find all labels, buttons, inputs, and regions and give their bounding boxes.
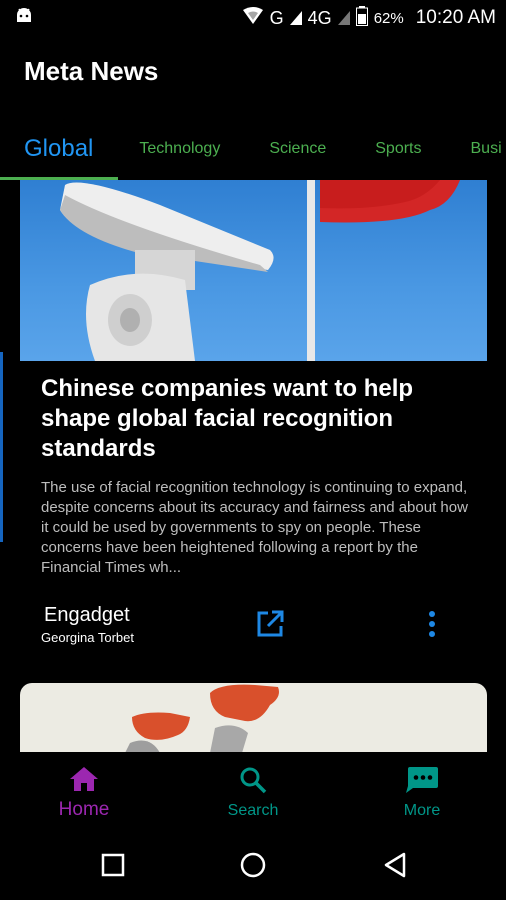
chat-more-icon — [405, 766, 439, 799]
clock: 10:20 AM — [415, 7, 496, 28]
open-external-icon[interactable] — [255, 609, 285, 639]
recents-square-icon[interactable] — [98, 850, 128, 880]
status-bar: G 4G 62% 10:20 AM — [0, 0, 506, 36]
scroll-edge-indicator — [0, 352, 3, 542]
app-title: Meta News — [24, 56, 159, 86]
wifi-icon — [242, 6, 264, 30]
nav-search-label: Search — [227, 802, 279, 819]
network-type-2: 4G — [307, 7, 332, 28]
status-icons: G 4G 62% 10:20 AM — [242, 5, 496, 31]
tab-science[interactable]: Science — [269, 140, 326, 158]
article-image[interactable] — [20, 180, 487, 361]
next-article-card[interactable] — [20, 683, 487, 753]
home-icon — [69, 766, 99, 797]
battery-percent: 62% — [373, 9, 404, 27]
more-options-icon[interactable] — [420, 610, 444, 638]
battery-icon — [355, 5, 368, 31]
article-author: Georgina Torbet — [41, 630, 134, 645]
article-headline[interactable]: Chinese companies want to help shape glo… — [41, 374, 481, 464]
android-icon — [14, 7, 34, 30]
tab-global[interactable]: Global — [24, 135, 93, 163]
signal-2-icon — [337, 11, 350, 25]
home-circle-icon[interactable] — [238, 850, 268, 880]
network-type: G — [269, 7, 284, 28]
back-triangle-icon[interactable] — [380, 850, 410, 880]
search-icon — [239, 766, 267, 799]
tab-technology[interactable]: Technology — [139, 140, 220, 158]
tab-sports[interactable]: Sports — [375, 140, 421, 158]
nav-home[interactable]: Home — [24, 752, 144, 830]
signal-icon — [289, 11, 302, 25]
category-tabs: Global Technology Science Sports Busi — [0, 118, 506, 180]
tab-business[interactable]: Busi — [471, 140, 502, 158]
nav-search[interactable]: Search — [193, 752, 313, 830]
article-source: Engadget — [44, 604, 130, 626]
nav-more[interactable]: More — [362, 752, 482, 830]
bottom-navigation: Home Search More — [0, 752, 506, 830]
article-summary: The use of facial recognition technology… — [41, 479, 468, 576]
nav-more-label: More — [403, 802, 441, 819]
system-navigation-bar — [0, 830, 506, 900]
nav-home-label: Home — [58, 799, 110, 820]
